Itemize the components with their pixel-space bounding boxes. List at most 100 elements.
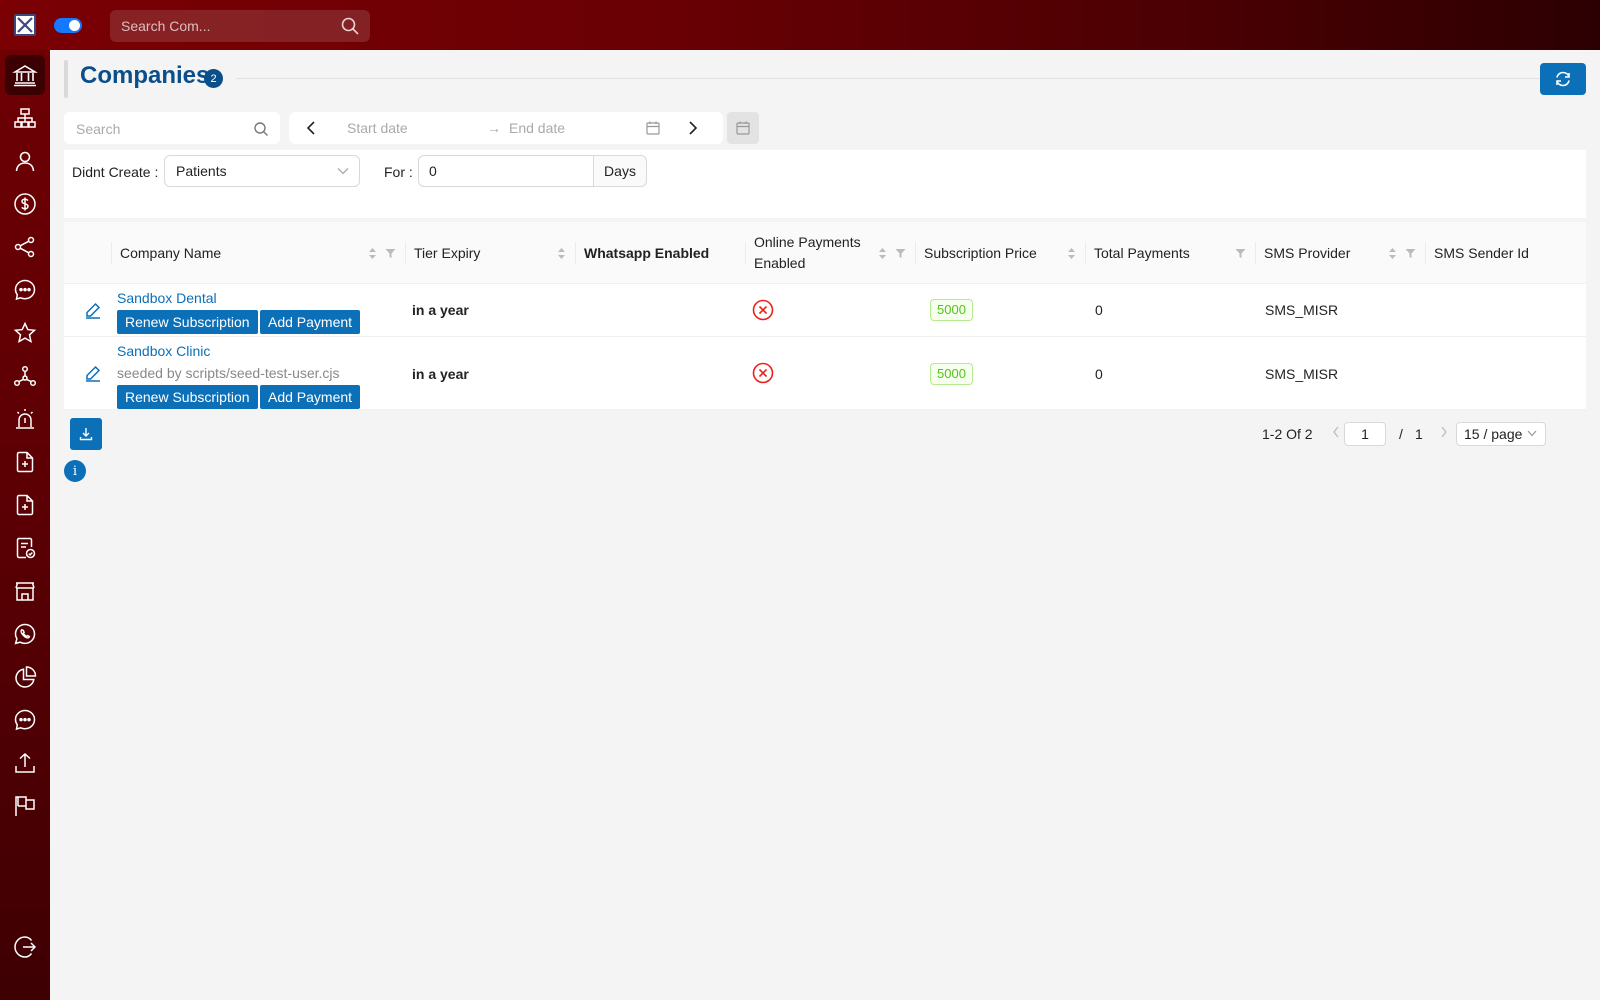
sidebar-item-referrals[interactable]	[5, 227, 45, 267]
network-icon	[13, 365, 37, 387]
flag-icon	[15, 796, 35, 816]
calendar-icon	[736, 121, 750, 135]
page-number-input[interactable]: 1	[1344, 422, 1386, 446]
renew-subscription-button[interactable]: Renew Subscription	[117, 310, 258, 334]
tier-expiry-value: in a year	[412, 302, 469, 318]
search-icon[interactable]	[340, 16, 360, 36]
page-size-select[interactable]: 15 / page	[1456, 422, 1546, 446]
didnt-create-label: Didnt Create :	[72, 164, 159, 180]
title-accent-bar	[64, 60, 68, 98]
edit-icon[interactable]	[84, 364, 102, 382]
sort-icon[interactable]	[1067, 247, 1076, 260]
sidebar-item-users[interactable]	[5, 141, 45, 181]
filter-icon[interactable]	[385, 248, 396, 259]
filter-icon[interactable]	[1405, 248, 1416, 259]
chevron-left-icon[interactable]	[305, 120, 317, 136]
for-days-value: 0	[429, 163, 437, 179]
column-header-total-payments[interactable]: Total Payments	[1086, 222, 1256, 284]
table-footer: 1-2 Of 2 1 / 1 15 / page	[64, 410, 1586, 458]
company-name-link[interactable]: Sandbox Dental	[117, 290, 217, 306]
column-header-online-payments-enabled[interactable]: Online Payments Enabled	[746, 222, 916, 284]
column-header-company-name[interactable]: Company Name	[112, 222, 406, 284]
table-search-placeholder: Search	[76, 121, 121, 137]
sidebar-item-chat[interactable]	[5, 270, 45, 310]
sort-icon[interactable]	[1388, 247, 1397, 260]
pagination-range: 1-2 Of 2	[1262, 426, 1313, 442]
sidebar-item-analytics[interactable]	[5, 657, 45, 697]
whatsapp-icon	[14, 623, 36, 645]
sidebar-item-store[interactable]	[5, 571, 45, 611]
company-name-link[interactable]: Sandbox Clinic	[117, 343, 210, 359]
refresh-icon	[1556, 71, 1570, 87]
sidebar-item-messages[interactable]	[5, 700, 45, 740]
chevron-right-icon[interactable]	[687, 120, 699, 136]
chat-icon	[14, 279, 36, 301]
filter-icon[interactable]	[895, 248, 906, 259]
sort-icon[interactable]	[878, 247, 887, 260]
page-title: Companies	[80, 62, 210, 89]
sidebar-item-network[interactable]	[5, 356, 45, 396]
tier-expiry-value: in a year	[412, 366, 469, 382]
sidebar-item-payments[interactable]	[5, 184, 45, 224]
top-bar: Search Com...	[0, 0, 1600, 50]
document-check-icon	[16, 537, 36, 559]
share-icon	[14, 236, 35, 258]
main-content: Companies 2 Search Start date → End date…	[50, 50, 1600, 1000]
app-logo[interactable]	[14, 14, 36, 36]
download-button[interactable]	[70, 418, 102, 450]
sort-icon[interactable]	[557, 247, 566, 260]
messages-icon	[14, 709, 36, 731]
add-payment-button[interactable]: Add Payment	[260, 385, 361, 409]
page-size-value: 15 / page	[1464, 426, 1523, 442]
chevron-right-icon[interactable]	[1440, 426, 1448, 438]
sidebar-item-companies[interactable]	[5, 55, 45, 95]
column-header-tier-expiry[interactable]: Tier Expiry	[406, 222, 576, 284]
refresh-button[interactable]	[1540, 63, 1586, 95]
table-search-input[interactable]: Search	[64, 112, 280, 144]
column-header-sms-sender-id: SMS Sender Id	[1434, 244, 1529, 261]
dollar-icon	[14, 193, 36, 215]
companies-count-badge: 2	[204, 69, 223, 88]
sidebar-item-reviews[interactable]	[5, 313, 45, 353]
start-date-placeholder[interactable]: Start date	[347, 120, 408, 136]
sidebar-item-alerts[interactable]	[5, 399, 45, 439]
logout-icon	[14, 936, 37, 958]
sms-provider-value: SMS_MISR	[1265, 366, 1339, 382]
sort-icon[interactable]	[368, 247, 377, 260]
sidebar-item-prescriptions[interactable]	[5, 485, 45, 525]
title-divider	[236, 78, 1576, 79]
calendar-icon	[645, 120, 661, 136]
sidebar-item-reports[interactable]	[5, 528, 45, 568]
sidebar-item-whatsapp[interactable]	[5, 614, 45, 654]
global-search-input[interactable]: Search Com...	[110, 10, 370, 42]
sidebar-item-logout[interactable]	[5, 927, 45, 967]
sidebar-item-branches[interactable]	[5, 98, 45, 138]
theme-toggle[interactable]	[54, 18, 82, 33]
for-days-input[interactable]: 0	[418, 155, 594, 187]
companies-table: Company Name Tier Expiry Whatsapp Enable…	[64, 222, 1586, 458]
didnt-create-select[interactable]: Patients	[164, 155, 360, 187]
filter-icon[interactable]	[1235, 248, 1246, 259]
pagination-total-pages: 1	[1415, 426, 1423, 442]
column-header-sms-provider[interactable]: SMS Provider	[1256, 222, 1426, 284]
alarm-icon	[16, 409, 34, 429]
sidebar-item-flags[interactable]	[5, 786, 45, 826]
chevron-left-icon[interactable]	[1332, 426, 1340, 438]
renew-subscription-button[interactable]: Renew Subscription	[117, 385, 258, 409]
search-icon[interactable]	[253, 121, 269, 137]
column-header-subscription-price[interactable]: Subscription Price	[916, 222, 1086, 284]
date-range-picker[interactable]: Start date → End date	[289, 112, 723, 144]
sidebar-item-import[interactable]	[5, 743, 45, 783]
calendar-button[interactable]	[727, 112, 759, 144]
add-payment-button[interactable]: Add Payment	[260, 310, 361, 334]
close-circle-icon	[752, 362, 774, 384]
total-payments-value: 0	[1095, 366, 1103, 382]
info-icon[interactable]: i	[64, 460, 86, 482]
close-circle-icon	[752, 299, 774, 321]
for-label: For :	[384, 164, 413, 180]
subscription-price-tag: 5000	[930, 363, 973, 385]
sidebar-item-invoices[interactable]	[5, 442, 45, 482]
edit-icon[interactable]	[84, 301, 102, 319]
end-date-placeholder[interactable]: End date	[509, 120, 565, 136]
document-add-icon	[16, 451, 34, 473]
